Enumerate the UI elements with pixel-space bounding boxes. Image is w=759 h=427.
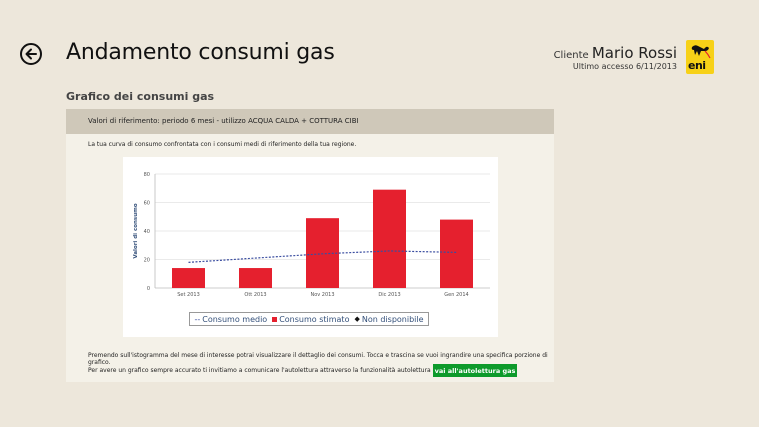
y-axis-label: Valori di consumo	[133, 203, 139, 258]
dashed-line-icon: --	[194, 314, 201, 324]
diamond-icon: ◆	[354, 315, 360, 323]
eni-logo: eni	[686, 40, 714, 74]
x-tick-label: Ott 2013	[244, 292, 266, 298]
bar[interactable]	[172, 268, 205, 288]
customer-line: Cliente Mario Rossi	[554, 46, 677, 61]
consumption-panel: Valori di riferimento: periodo 6 mesi - …	[66, 109, 554, 382]
legend-item-non-disponibile[interactable]: ◆ Non disponibile	[354, 315, 423, 324]
arrow-left-icon	[25, 48, 37, 60]
y-tick-label: 60	[144, 201, 150, 207]
consumption-chart[interactable]: 0 20 40 60 80 Valori di consumo Set 2013 Ott 20…	[123, 157, 498, 337]
footer-invite: Per avere un grafico sempre accurato ti …	[88, 367, 446, 374]
section-title: Grafico dei consumi gas	[66, 90, 215, 103]
autolettura-button[interactable]: vai all'autolettura gas	[433, 364, 517, 377]
legend-label-medio: Consumo medio	[202, 314, 268, 324]
bar[interactable]	[306, 218, 339, 288]
logo-text: eni	[688, 59, 706, 72]
x-tick-label: Nov 2013	[310, 292, 334, 298]
x-tick-label: Set 2013	[177, 292, 200, 298]
y-tick-label: 40	[144, 229, 150, 235]
chart-legend: -- Consumo medio Consumo stimato ◆ Non d…	[189, 312, 429, 326]
x-tick-label: Gen 2014	[444, 292, 468, 298]
y-tick-label: 20	[144, 258, 150, 264]
x-tick-label: Dic 2013	[378, 292, 400, 298]
legend-item-medio[interactable]: -- Consumo medio	[194, 315, 267, 324]
back-button[interactable]	[20, 43, 42, 65]
last-access: Ultimo accesso 6/11/2013	[572, 62, 677, 71]
page-title: Andamento consumi gas	[66, 40, 335, 65]
legend-item-stimato[interactable]: Consumo stimato	[272, 315, 349, 324]
legend-label-non-disponibile: Non disponibile	[361, 314, 424, 324]
customer-label: Cliente	[553, 50, 589, 61]
y-tick-label: 0	[147, 286, 150, 292]
legend-label-stimato: Consumo stimato	[279, 314, 350, 324]
red-square-icon	[272, 316, 278, 322]
bar[interactable]	[373, 189, 406, 288]
customer-name: Mario Rossi	[591, 44, 677, 62]
user-info: Cliente Mario Rossi Ultimo accesso 6/11/…	[554, 46, 677, 71]
bar[interactable]	[440, 219, 473, 288]
chart-canvas[interactable]: 0 20 40 60 80 Valori di consumo Set 2013 Ott 20…	[123, 157, 498, 337]
panel-header: Valori di riferimento: periodo 6 mesi - …	[66, 109, 554, 134]
bar[interactable]	[239, 268, 272, 288]
y-tick-label: 80	[144, 172, 150, 178]
panel-description: La tua curva di consumo confrontata con …	[88, 141, 357, 148]
